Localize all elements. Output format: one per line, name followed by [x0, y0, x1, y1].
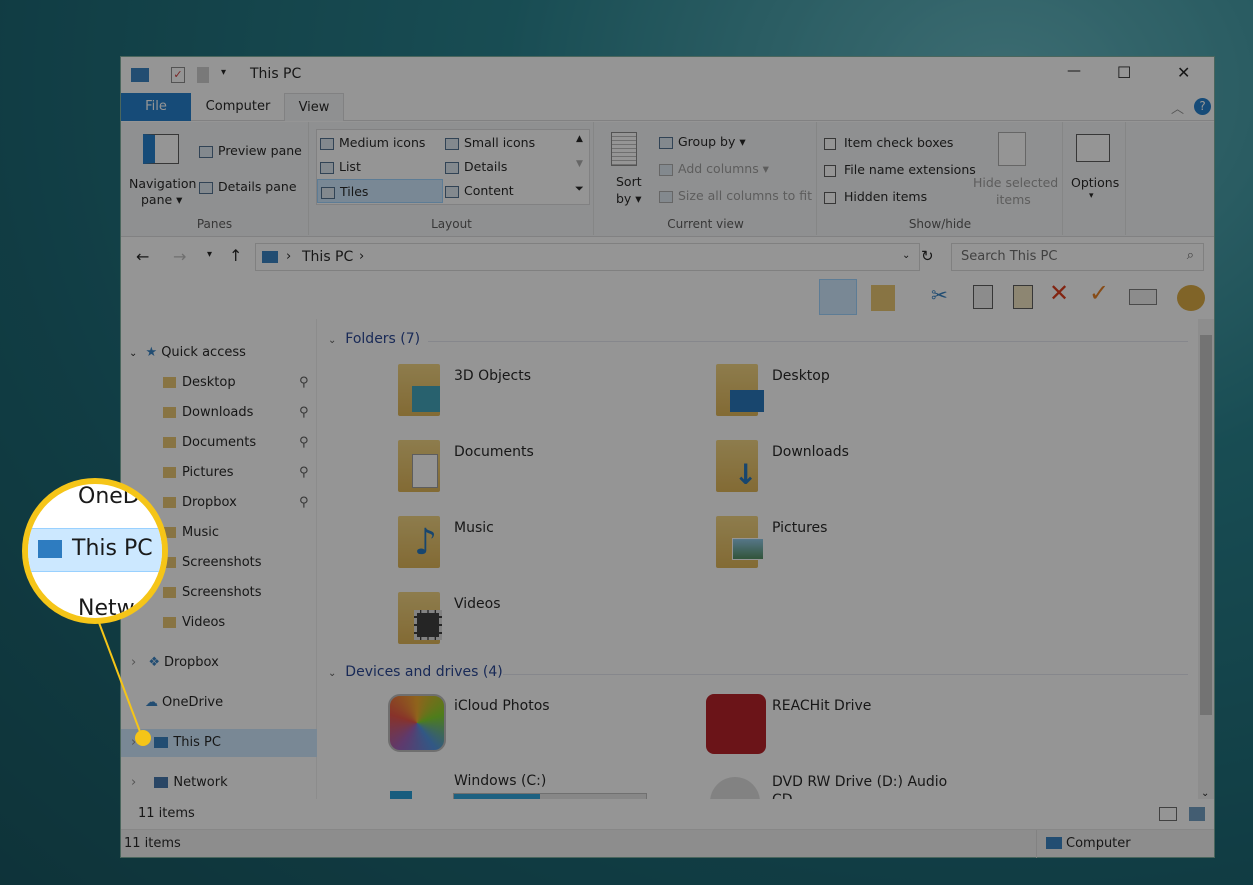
- callout-this-pc: This PC: [72, 536, 153, 561]
- callout-onedrive: OneDrive: [78, 484, 168, 509]
- callout-network: Network: [78, 596, 168, 621]
- computer-icon: [38, 540, 62, 558]
- magnifier-callout: OneDrive This PC Network: [22, 478, 168, 624]
- callout-pointer: [97, 619, 151, 746]
